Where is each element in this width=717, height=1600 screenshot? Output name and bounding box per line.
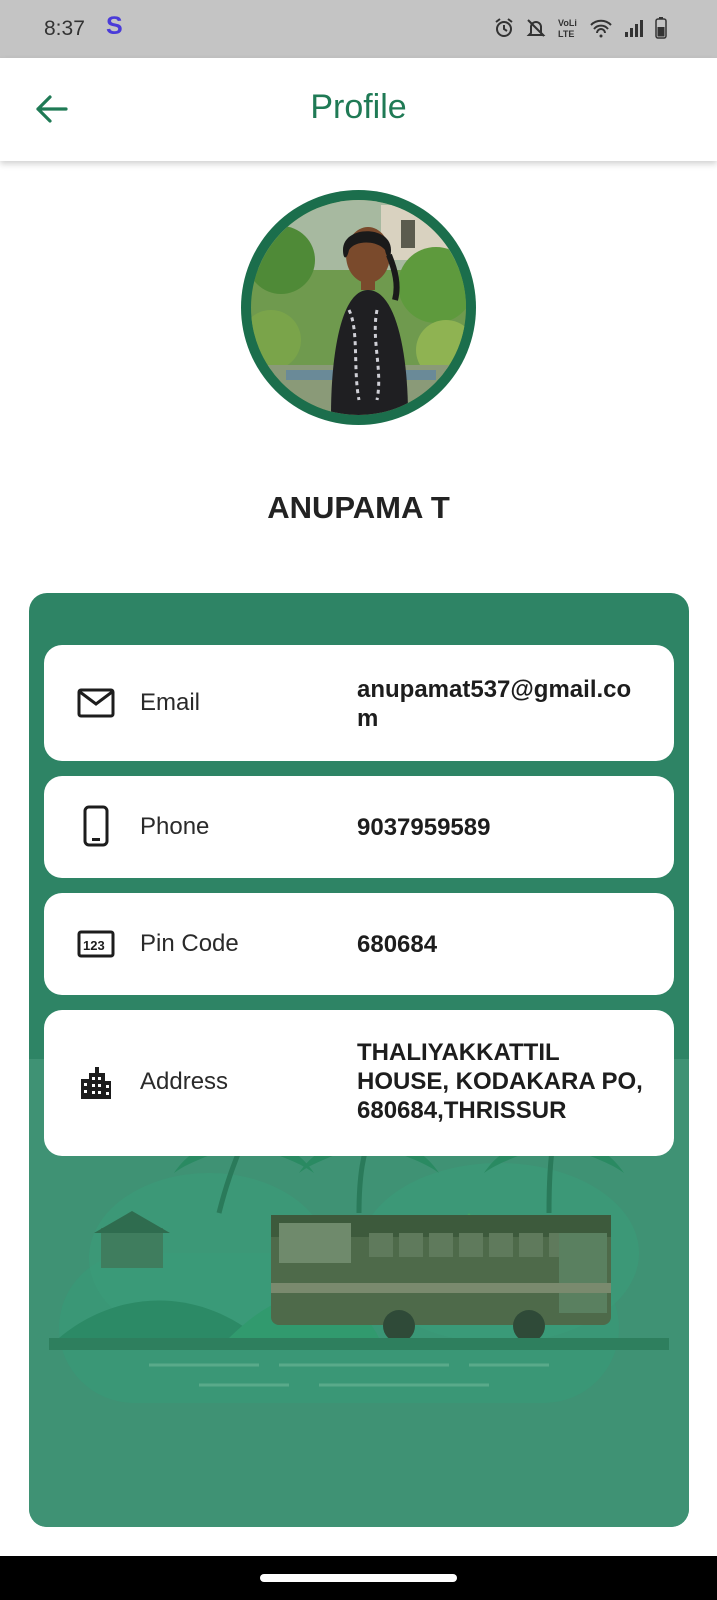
pin-code-value: 680684 <box>357 931 438 958</box>
page-title: Profile <box>310 88 407 126</box>
profile-details-card: Email anupamat537@gmail.com Phone 903795… <box>29 593 689 1527</box>
svg-text:VoLi: VoLi <box>558 18 577 28</box>
building-icon <box>76 1063 116 1103</box>
email-row[interactable]: Email anupamat537@gmail.com <box>44 645 674 761</box>
status-bar: 8:37 S VoLi LTE <box>0 0 717 58</box>
pin-code-label: Pin Code <box>140 930 239 957</box>
home-gesture-handle[interactable] <box>260 1574 457 1582</box>
bus-illustration <box>49 1137 669 1403</box>
system-navigation-bar <box>0 1556 717 1600</box>
avatar[interactable] <box>241 190 476 425</box>
battery-icon <box>655 17 667 39</box>
status-time: 8:37 <box>44 17 85 40</box>
svg-text:LTE: LTE <box>558 29 574 39</box>
profile-photo <box>251 200 466 415</box>
address-row[interactable]: Address THALIYAKKATTIL HOUSE, KODAKARA P… <box>44 1010 674 1156</box>
email-value: anupamat537@gmail.com <box>357 676 632 732</box>
phone-value: 9037959589 <box>357 814 491 841</box>
app-notification-icon: S <box>106 12 123 40</box>
phone-row[interactable]: Phone 9037959589 <box>44 776 674 878</box>
email-label: Email <box>140 689 201 716</box>
phone-icon <box>76 805 116 847</box>
pin-123-icon: 123 <box>76 924 116 964</box>
profile-name: ANUPAMA T <box>267 490 450 525</box>
pin-code-row[interactable]: 123 Pin Code 680684 <box>44 893 674 995</box>
svg-text:123: 123 <box>83 938 105 953</box>
wifi-icon <box>590 19 612 38</box>
address-label: Address <box>140 1068 229 1095</box>
alarm-icon <box>495 18 513 37</box>
volte-icon: VoLiLTE <box>558 18 577 39</box>
status-icons: VoLi LTE <box>493 16 667 40</box>
email-icon <box>76 683 116 723</box>
mute-icon <box>526 19 546 37</box>
phone-label: Phone <box>140 813 210 840</box>
address-value: THALIYAKKATTIL HOUSE, KODAKARA PO, 68068… <box>357 1039 643 1124</box>
signal-icon <box>625 20 643 37</box>
app-bar: Profile <box>0 58 717 161</box>
